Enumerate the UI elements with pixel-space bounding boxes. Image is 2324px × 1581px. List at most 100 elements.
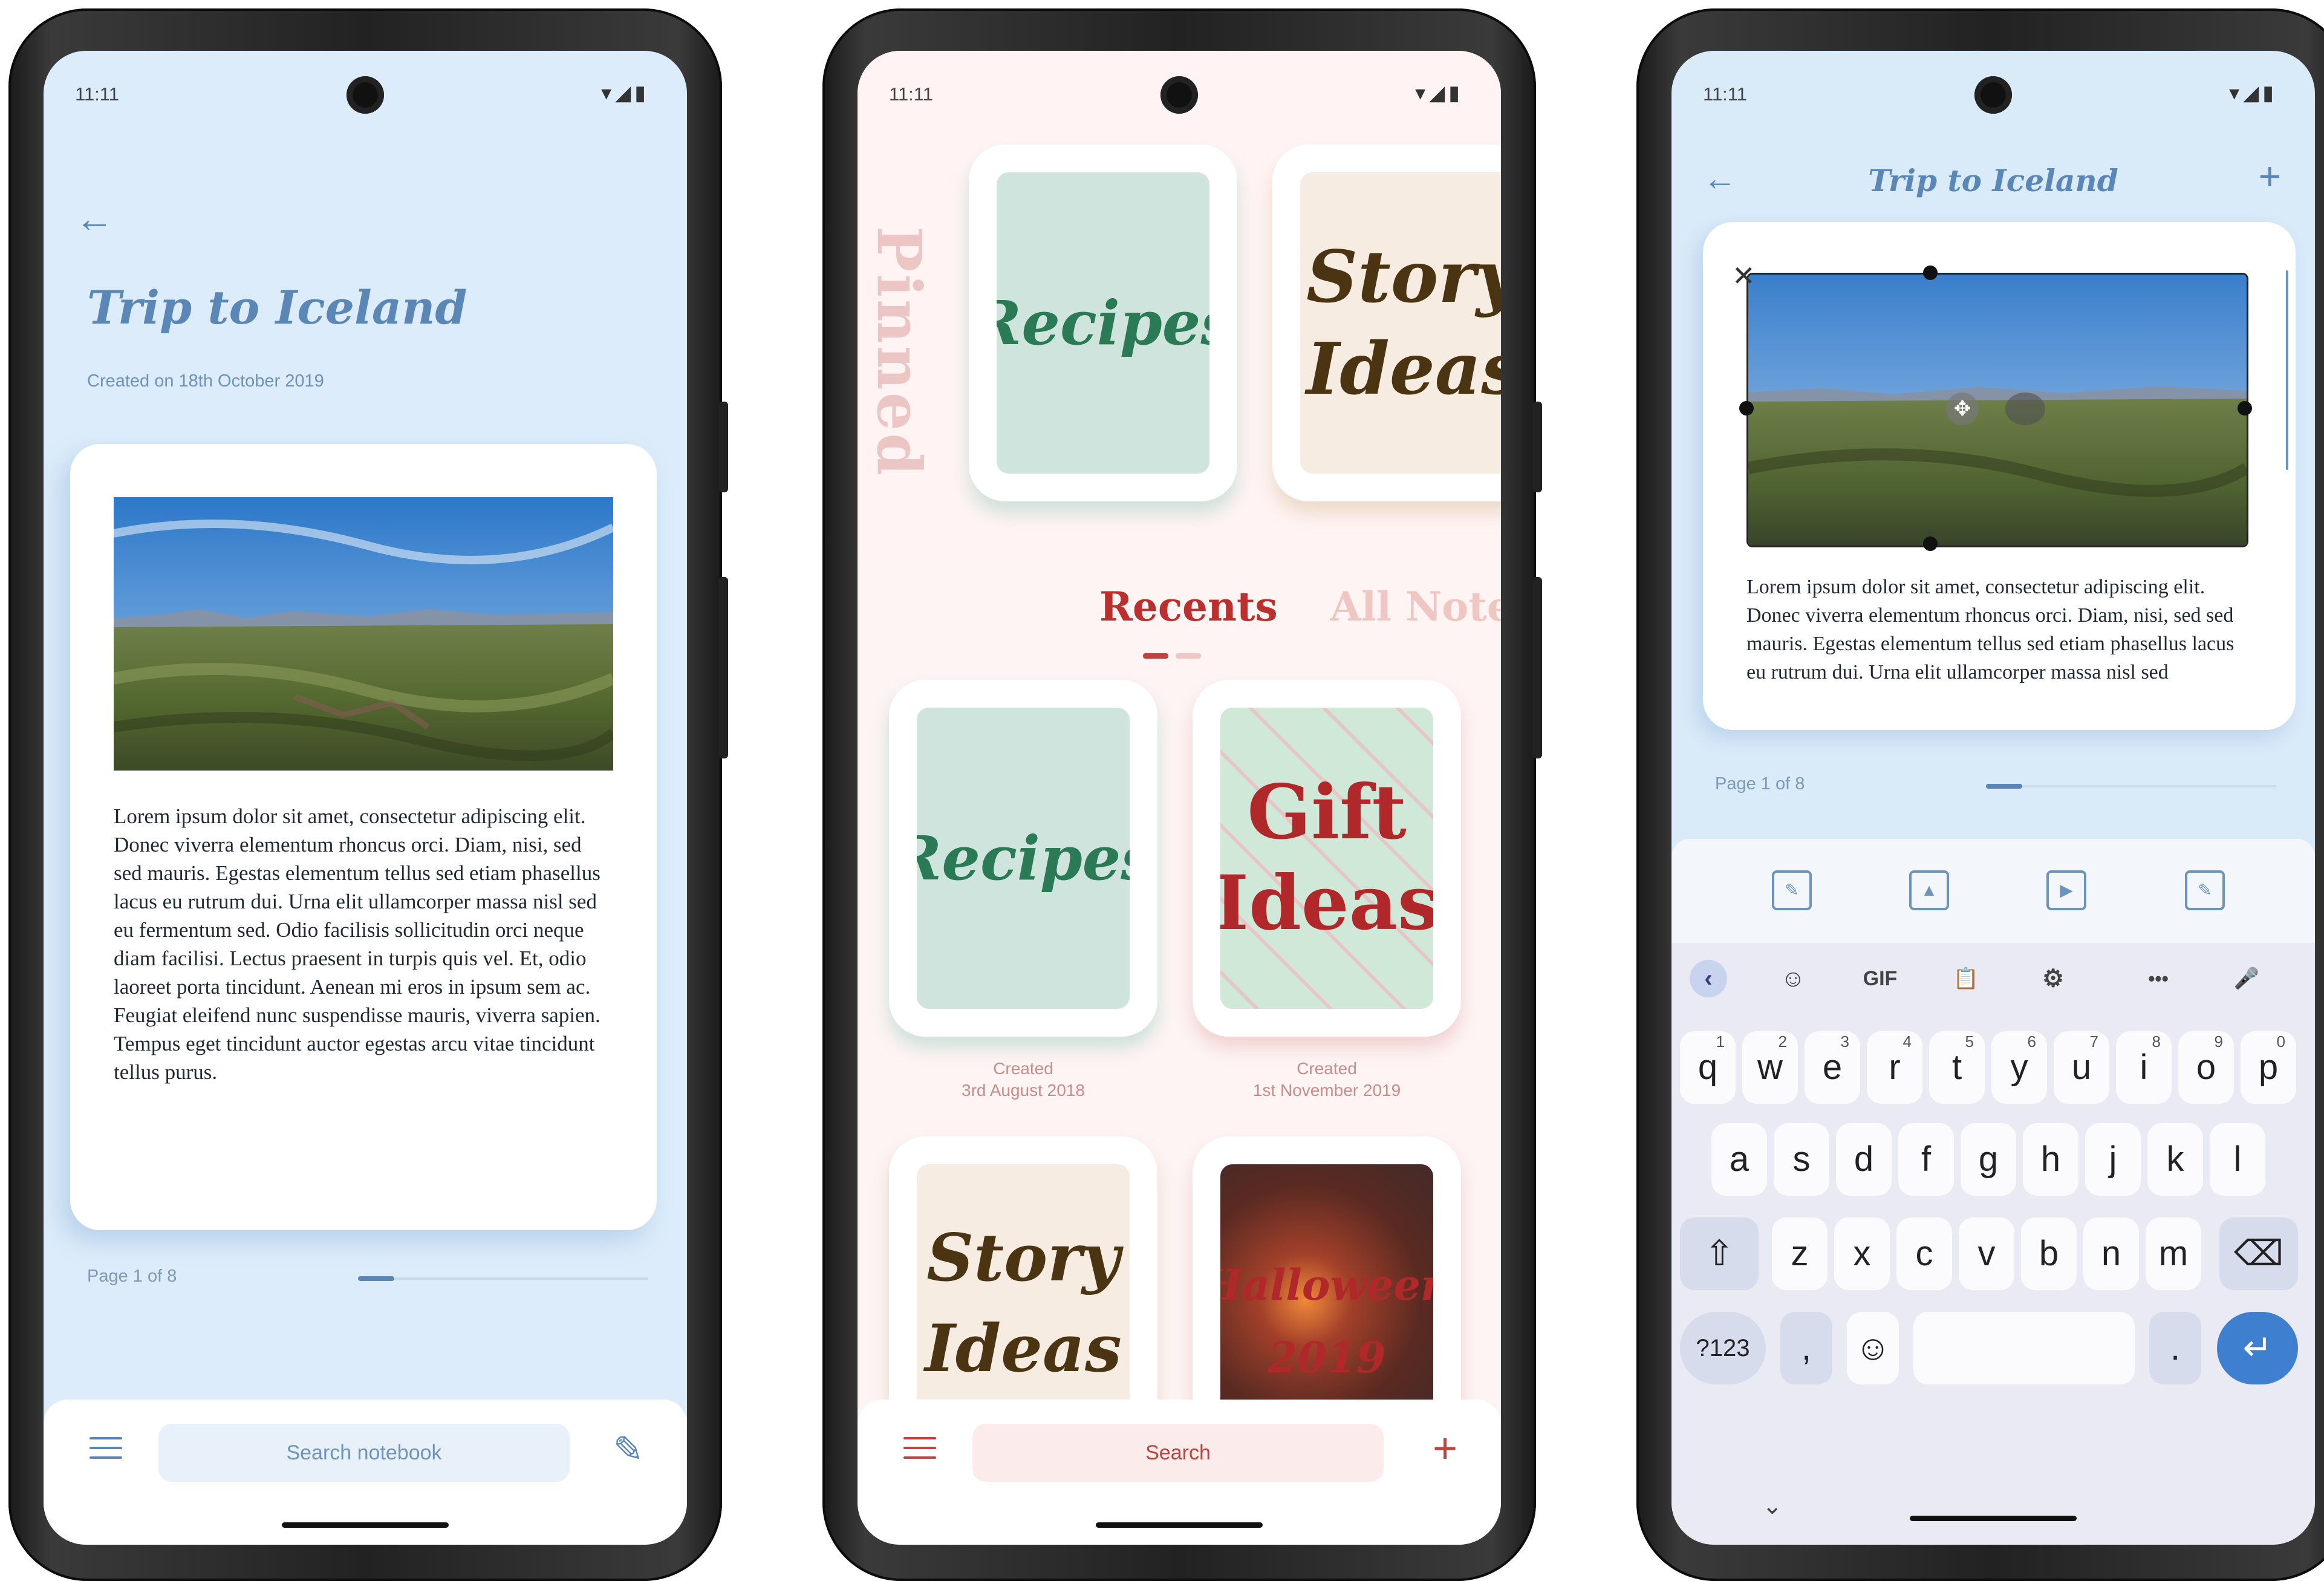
key-b[interactable]: b <box>2021 1218 2077 1290</box>
menu-icon[interactable] <box>90 1437 122 1466</box>
scrollbar[interactable] <box>2286 270 2288 470</box>
key-k[interactable]: k <box>2147 1123 2203 1196</box>
key-m[interactable]: m <box>2146 1218 2201 1290</box>
key-q[interactable]: q1 <box>1680 1031 1736 1104</box>
recent-notebook-recipes[interactable]: Recipes <box>889 680 1157 1037</box>
key-label: n <box>2101 1234 2121 1273</box>
key-e[interactable]: e3 <box>1805 1031 1860 1104</box>
page-scroll-thumb[interactable] <box>1986 784 2022 789</box>
recent-notebook-gift-ideas[interactable]: Gift Ideas <box>1193 680 1461 1037</box>
key-c[interactable]: c <box>1896 1218 1952 1290</box>
sticker-icon[interactable]: ☺ <box>1774 960 1812 997</box>
key-label: i <box>2140 1048 2148 1087</box>
tab-indicator-active <box>1143 653 1168 659</box>
key-number-hint: 5 <box>1965 1032 1974 1051</box>
keyboard-hide-chevron-icon[interactable]: ⌄ <box>1762 1492 1783 1520</box>
add-text-icon[interactable]: ✎ <box>1772 870 1812 910</box>
space-key[interactable] <box>1913 1312 2135 1384</box>
bottom-bar: Search + <box>858 1400 1501 1545</box>
camera-cutout <box>347 76 384 114</box>
landscape-photo[interactable] <box>114 497 613 771</box>
key-y[interactable]: y6 <box>1991 1031 2047 1104</box>
gif-button[interactable]: GIF <box>1853 960 1907 997</box>
microphone-icon[interactable]: 🎤 <box>2228 960 2265 997</box>
move-handle-icon[interactable]: ✥ <box>1946 393 1979 425</box>
backspace-key[interactable]: ⌫ <box>2219 1218 2298 1290</box>
key-n[interactable]: n <box>2083 1218 2139 1290</box>
phone-library-view: 11:11 ▾◢▮ Pinned Recipes Story Ideas Rec… <box>822 8 1542 1581</box>
page-card[interactable]: Lorem ipsum dolor sit amet, consectetur … <box>70 444 657 1230</box>
keyboard-collapse-icon[interactable]: ‹ <box>1690 960 1727 997</box>
key-a[interactable]: a <box>1711 1123 1767 1196</box>
menu-icon[interactable] <box>903 1437 936 1466</box>
key-number-hint: 7 <box>2089 1032 2098 1051</box>
emoji-key[interactable]: ☺ <box>1847 1312 1899 1384</box>
resize-handle-right[interactable] <box>2238 401 2252 416</box>
resize-handle-top[interactable] <box>1923 266 1938 280</box>
key-label: v <box>1977 1234 1996 1273</box>
back-arrow-icon[interactable]: ← <box>75 196 114 241</box>
key-w[interactable]: w2 <box>1742 1031 1798 1104</box>
key-v[interactable]: v <box>1959 1218 2014 1290</box>
pinned-notebook-story-ideas[interactable]: Story Ideas <box>1272 145 1501 501</box>
key-label: r <box>1889 1048 1901 1087</box>
page-card[interactable]: ✥ ✕ Lorem ipsum dolor sit amet, consecte… <box>1703 222 2296 730</box>
add-video-icon[interactable]: ▶ <box>2046 870 2086 910</box>
key-d[interactable]: d <box>1836 1123 1892 1196</box>
notebook-title: Story Ideas <box>1306 235 1501 411</box>
add-image-icon[interactable]: ▲ <box>1909 870 1949 910</box>
period-key[interactable]: . <box>2149 1312 2201 1384</box>
tab-recents[interactable]: Recents <box>1099 583 1278 630</box>
shift-key[interactable]: ⇧ <box>1680 1218 1759 1290</box>
page-scroll-thumb[interactable] <box>358 1276 394 1281</box>
resize-handle-left[interactable] <box>1739 401 1754 416</box>
pinned-notebook-recipes[interactable]: Recipes <box>969 145 1237 501</box>
key-z[interactable]: z <box>1772 1218 1828 1290</box>
symbols-key[interactable]: ?123 <box>1680 1312 1766 1384</box>
home-indicator[interactable] <box>1910 1516 2077 1521</box>
notebook-title: Halloween 2019 <box>1220 1260 1433 1383</box>
key-u[interactable]: u7 <box>2054 1031 2109 1104</box>
tab-indicator-inactive <box>1176 653 1201 659</box>
page-scrollbar[interactable] <box>358 1277 648 1280</box>
page-indicator: Page 1 of 8 <box>87 1266 177 1286</box>
key-x[interactable]: x <box>1834 1218 1890 1290</box>
resize-handle-bottom[interactable] <box>1923 536 1938 551</box>
comma-key[interactable]: , <box>1780 1312 1832 1384</box>
add-icon[interactable]: + <box>1433 1424 1457 1472</box>
rotate-handle-icon[interactable] <box>2005 393 2045 425</box>
status-time: 11:11 <box>1703 83 1747 105</box>
key-j[interactable]: j <box>2085 1123 2141 1196</box>
key-r[interactable]: r4 <box>1867 1031 1922 1104</box>
key-h[interactable]: h <box>2023 1123 2078 1196</box>
add-drawing-icon[interactable]: ✎ <box>2185 870 2225 910</box>
key-label: h <box>2040 1139 2061 1179</box>
page-body-text: Lorem ipsum dolor sit amet, consectetur … <box>114 804 601 1084</box>
enter-key[interactable]: ↵ <box>2217 1312 2298 1384</box>
clipboard-icon[interactable]: 📋 <box>1947 960 1985 997</box>
key-o[interactable]: o9 <box>2178 1031 2234 1104</box>
key-l[interactable]: l <box>2210 1123 2265 1196</box>
key-g[interactable]: g <box>1961 1123 2016 1196</box>
remove-image-icon[interactable]: ✕ <box>1732 259 1756 292</box>
power-button <box>718 402 728 492</box>
settings-gear-icon[interactable]: ⚙ <box>2034 960 2072 997</box>
more-options-icon[interactable]: ••• <box>2131 960 2186 997</box>
key-t[interactable]: t5 <box>1929 1031 1985 1104</box>
key-label: x <box>1853 1234 1871 1273</box>
search-input[interactable]: Search notebook <box>158 1424 570 1482</box>
add-page-icon[interactable]: + <box>2259 154 2281 198</box>
key-p[interactable]: p0 <box>2241 1031 2296 1104</box>
key-label: b <box>2039 1234 2059 1273</box>
page-scrollbar[interactable] <box>1986 785 2276 787</box>
key-i[interactable]: i8 <box>2116 1031 2172 1104</box>
pen-icon[interactable]: ✎ <box>613 1429 643 1471</box>
selected-image[interactable] <box>1746 273 2248 547</box>
key-s[interactable]: s <box>1774 1123 1829 1196</box>
key-label: e <box>1822 1048 1843 1087</box>
page-body-text: Lorem ipsum dolor sit amet, consectetur … <box>1746 576 2234 683</box>
tab-all-notebooks[interactable]: All Notebooks <box>1330 583 1501 630</box>
search-input[interactable]: Search <box>972 1424 1384 1482</box>
key-number-hint: 9 <box>2214 1032 2223 1051</box>
key-f[interactable]: f <box>1898 1123 1954 1196</box>
